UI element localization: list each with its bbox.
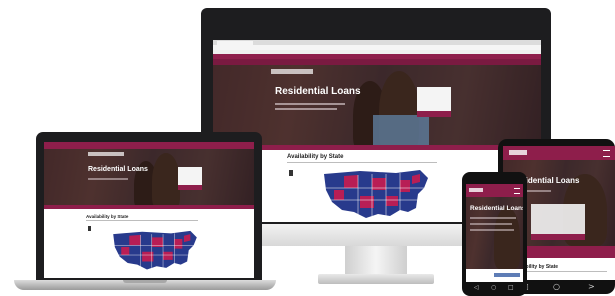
hero-text-line bbox=[275, 103, 345, 105]
subnav-bar bbox=[213, 145, 541, 150]
contact-card bbox=[417, 87, 451, 113]
hero-title: Residential Loans bbox=[470, 205, 523, 212]
home-icon[interactable]: ○ bbox=[553, 283, 560, 291]
contact-card bbox=[531, 204, 585, 234]
hero-banner: Residential Loans bbox=[44, 149, 254, 205]
divider bbox=[86, 220, 198, 221]
hero-text-line bbox=[470, 217, 516, 219]
contact-card-button[interactable] bbox=[494, 273, 520, 277]
monitor-base bbox=[318, 274, 434, 284]
map-legend bbox=[289, 170, 293, 176]
laptop-screen: Residential Loans Availability by State bbox=[44, 142, 254, 278]
contact-card-button[interactable] bbox=[178, 185, 202, 190]
hero-banner: Residential Loans bbox=[213, 65, 541, 145]
us-map bbox=[320, 168, 432, 222]
divider bbox=[287, 162, 437, 163]
hero-banner: Residential Loans bbox=[466, 197, 523, 269]
hero-text-line bbox=[470, 223, 512, 225]
laptop-notch bbox=[123, 280, 167, 283]
site-header bbox=[44, 142, 254, 149]
hero-title: Residential Loans bbox=[88, 166, 148, 173]
phone-screen: Residential Loans bbox=[466, 184, 523, 282]
us-map bbox=[110, 226, 200, 276]
hero-text-line bbox=[88, 178, 128, 180]
next-icon[interactable]: > bbox=[588, 283, 595, 291]
site-logo[interactable] bbox=[509, 150, 527, 155]
map-legend bbox=[88, 226, 91, 231]
site-logo[interactable] bbox=[88, 152, 124, 156]
hero-title: Residential Loans bbox=[275, 86, 361, 97]
contact-card bbox=[178, 167, 202, 185]
back-icon[interactable]: ◁ bbox=[474, 284, 479, 292]
recents-icon[interactable]: □ bbox=[508, 284, 514, 292]
subnav-bar bbox=[44, 205, 254, 209]
menu-icon[interactable] bbox=[514, 188, 520, 194]
hero-person-right bbox=[152, 153, 180, 205]
contact-card-button[interactable] bbox=[531, 234, 585, 240]
contact-card-button[interactable] bbox=[417, 111, 451, 117]
monitor-stand bbox=[345, 246, 407, 276]
site-logo[interactable] bbox=[271, 69, 313, 74]
home-icon[interactable]: ○ bbox=[491, 284, 496, 292]
section-title: Availability by State bbox=[287, 154, 344, 160]
hero-text-line bbox=[470, 229, 514, 231]
hero-text-line bbox=[275, 108, 337, 110]
section-title: Availability by State bbox=[86, 214, 129, 219]
hero-shirt bbox=[373, 115, 429, 145]
site-logo[interactable] bbox=[469, 188, 483, 192]
menu-icon[interactable] bbox=[603, 150, 610, 157]
